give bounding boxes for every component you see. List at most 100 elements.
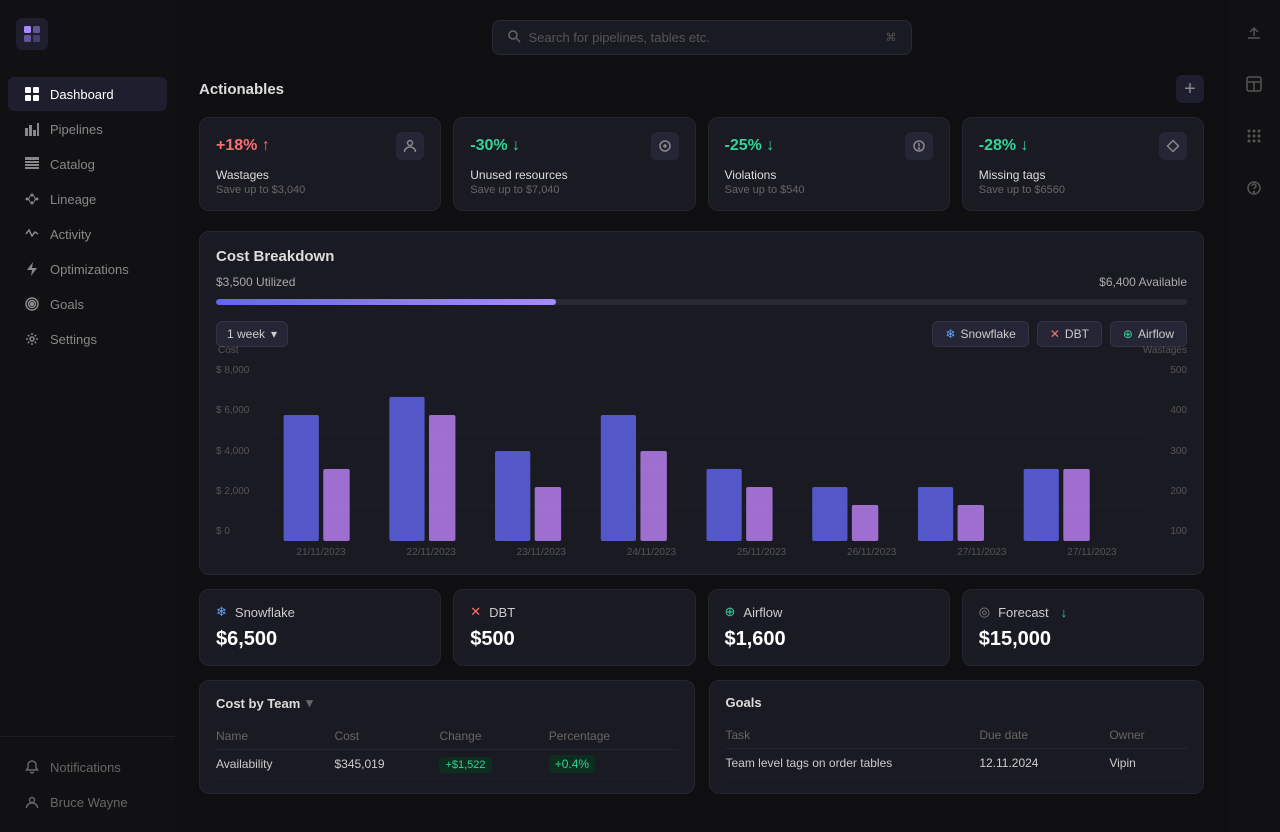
goal-task: Team level tags on order tables (726, 749, 980, 778)
date-label-7: 27/11/2023 (957, 547, 1006, 558)
sidebar-item-label: Activity (50, 227, 91, 242)
wastages-pct: +18% ↑ (216, 137, 270, 155)
sidebar-item-catalog[interactable]: Catalog (8, 147, 167, 181)
dbt-tool-label: DBT (489, 605, 515, 620)
violations-sublabel: Save up to $540 (725, 184, 933, 196)
forecast-tool-label: Forecast (998, 605, 1049, 620)
bar-chart-icon (24, 121, 40, 137)
snowflake-filter[interactable]: ❄ Snowflake (932, 321, 1028, 347)
sidebar-item-notifications[interactable]: Notifications (8, 750, 167, 784)
unused-label: Unused resources (470, 168, 678, 182)
budget-progress-fill (216, 299, 556, 305)
cost-by-team-table: Name Cost Change Percentage Availability… (216, 723, 678, 779)
dbt-filter[interactable]: ✕ DBT (1037, 321, 1102, 347)
unused-sublabel: Save up to $7,040 (470, 184, 678, 196)
grid-dots-icon[interactable] (1238, 120, 1270, 152)
snowflake-tool-label: Snowflake (235, 605, 295, 620)
search-bar[interactable]: ⌘ (492, 20, 912, 55)
date-label-1: 21/11/2023 (296, 547, 345, 558)
action-card-violations: -25% ↓ Violations Save up to $540 (708, 117, 950, 211)
dbt-amount: $500 (470, 628, 678, 651)
goals-col-due: Due date (979, 722, 1109, 749)
sidebar-item-settings[interactable]: Settings (8, 322, 167, 356)
goals-col-task: Task (726, 722, 980, 749)
y-axis-right: Wastages 500 400 300 200 100 (1170, 361, 1187, 541)
violations-icon (905, 132, 933, 160)
upload-icon[interactable] (1238, 16, 1270, 48)
help-icon[interactable] (1238, 172, 1270, 204)
col-change: Change (439, 723, 548, 750)
missing-tags-icon (1159, 132, 1187, 160)
sidebar-item-profile[interactable]: Bruce Wayne (8, 785, 167, 819)
snowflake-icon: ❄ (945, 327, 955, 341)
available-label: $6,400 Available (1099, 275, 1187, 289)
airflow-tool-icon: ⊕ (725, 604, 736, 620)
wastages-label: Wastages (216, 168, 424, 182)
unused-pct: -30% ↓ (470, 137, 520, 155)
wastages-sublabel: Save up to $3,040 (216, 184, 424, 196)
chart-date-labels: 21/11/2023 22/11/2023 23/11/2023 24/11/2… (266, 547, 1147, 558)
cost-breakdown-card: Cost Breakdown $3,500 Utilized $6,400 Av… (199, 231, 1204, 575)
topbar: ⌘ (199, 20, 1204, 55)
date-label-8: 27/11/2023 (1067, 547, 1116, 558)
bottom-grid: Cost by Team ▾ Name Cost Change Percenta… (199, 680, 1204, 794)
action-card-wastages: +18% ↑ Wastages Save up to $3,040 (199, 117, 441, 211)
sidebar-item-label: Optimizations (50, 262, 129, 277)
lineage-icon (24, 191, 40, 207)
table-view-icon[interactable] (1238, 68, 1270, 100)
sidebar-item-dashboard[interactable]: Dashboard (8, 77, 167, 111)
y-axis-left: Cost $ 8,000 $ 6,000 $ 4,000 $ 2,000 $ 0 (216, 361, 249, 541)
grid-icon (24, 86, 40, 102)
sidebar-item-goals[interactable]: Goals (8, 287, 167, 321)
nav-bottom: Notifications Bruce Wayne (0, 736, 175, 832)
activity-icon (24, 226, 40, 242)
sidebar-item-lineage[interactable]: Lineage (8, 182, 167, 216)
missing-tags-label: Missing tags (979, 168, 1187, 182)
snowflake-amount: $6,500 (216, 628, 424, 651)
table-icon (24, 156, 40, 172)
row-cost: $345,019 (334, 750, 439, 779)
tool-card-dbt: ✕ DBT $500 (453, 589, 695, 666)
row-change: +$1,522 (439, 750, 548, 779)
sidebar-item-optimizations[interactable]: Optimizations (8, 252, 167, 286)
snowflake-tool-icon: ❄ (216, 604, 227, 620)
table-row: Team level tags on order tables 12.11.20… (726, 749, 1188, 778)
cost-breakdown-title: Cost Breakdown (216, 248, 334, 265)
search-input[interactable] (529, 30, 878, 45)
bell-icon (24, 759, 40, 775)
cost-by-team-card: Cost by Team ▾ Name Cost Change Percenta… (199, 680, 695, 794)
goal-owner: Vipin (1109, 749, 1187, 778)
row-pct: +0.4% (549, 750, 678, 779)
add-button[interactable]: + (1176, 75, 1204, 103)
main-content: ⌘ Actionables + +18% ↑ Wastages Save up … (175, 0, 1228, 832)
col-cost: Cost (334, 723, 439, 750)
forecast-tool-icon: ◎ (979, 604, 990, 620)
airflow-filter[interactable]: ⊕ Airflow (1110, 321, 1187, 347)
nav-section: Dashboard Pipelines (0, 68, 175, 736)
goals-col-owner: Owner (1109, 722, 1187, 749)
right-sidebar (1228, 0, 1280, 832)
dbt-tool-icon: ✕ (470, 604, 481, 620)
actionables-title: Actionables (199, 81, 284, 98)
sidebar-item-label: Notifications (50, 760, 121, 775)
date-label-5: 25/11/2023 (737, 547, 786, 558)
user-avatar-icon (24, 794, 40, 810)
week-selector[interactable]: 1 week ▾ (216, 321, 288, 347)
sidebar-item-pipelines[interactable]: Pipelines (8, 112, 167, 146)
settings-icon (24, 331, 40, 347)
search-shortcut-icon: ⌘ (886, 31, 897, 44)
cost-by-team-title: Cost by Team ▾ (216, 695, 678, 711)
action-card-missing-tags: -28% ↓ Missing tags Save up to $6560 (962, 117, 1204, 211)
col-pct: Percentage (549, 723, 678, 750)
tool-card-airflow: ⊕ Airflow $1,600 (708, 589, 950, 666)
forecast-amount: $15,000 (979, 628, 1187, 651)
filter-buttons: ❄ Snowflake ✕ DBT ⊕ Airflow (932, 321, 1187, 347)
sidebar-item-activity[interactable]: Activity (8, 217, 167, 251)
chevron-down-icon: ▾ (271, 327, 277, 341)
tool-card-forecast: ◎ Forecast ↓ $15,000 (962, 589, 1204, 666)
goals-title: Goals (726, 695, 1188, 710)
sidebar-item-label: Settings (50, 332, 97, 347)
dbt-label: DBT (1065, 327, 1089, 341)
action-card-unused: -30% ↓ Unused resources Save up to $7,04… (453, 117, 695, 211)
unused-icon (651, 132, 679, 160)
